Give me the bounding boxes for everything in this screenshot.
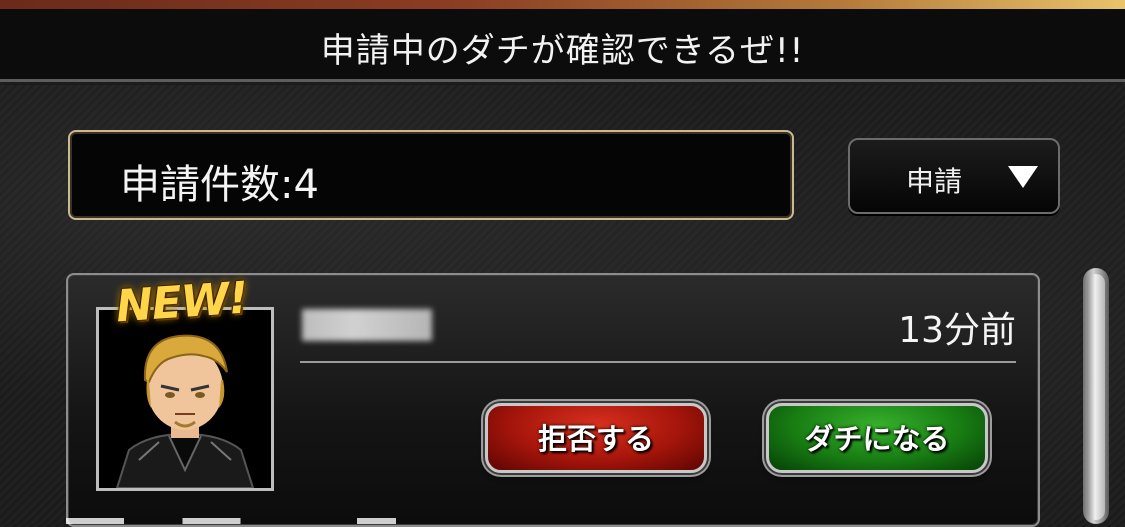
- top-accent-bar: [0, 0, 1125, 9]
- request-time: 13分前: [898, 310, 1016, 351]
- next-card-edge: [66, 518, 1036, 524]
- reject-button[interactable]: 拒否する: [485, 403, 707, 473]
- request-count-panel: 申請件数:4: [68, 130, 794, 220]
- friend-request-card: NEW! 13分前 拒否する ダチになる: [66, 272, 1040, 527]
- scrollbar-thumb[interactable]: [1087, 274, 1105, 520]
- filter-dropdown-value: 申請: [906, 165, 963, 198]
- request-count-label: 申請件数:4: [120, 162, 319, 208]
- avatar[interactable]: [96, 307, 274, 491]
- username-redacted: [302, 309, 432, 341]
- page-title: 申請中のダチが確認できるぜ!!: [320, 31, 805, 71]
- scrollbar[interactable]: [1083, 268, 1109, 524]
- chevron-down-icon: [1008, 166, 1038, 188]
- filter-dropdown[interactable]: 申請: [848, 138, 1060, 214]
- accept-friend-button[interactable]: ダチになる: [766, 403, 988, 473]
- divider: [300, 361, 1016, 363]
- new-badge: NEW!: [114, 272, 250, 333]
- screen-header: 申請中のダチが確認できるぜ!!: [0, 9, 1125, 82]
- avatar-blond-man-icon: [99, 310, 271, 488]
